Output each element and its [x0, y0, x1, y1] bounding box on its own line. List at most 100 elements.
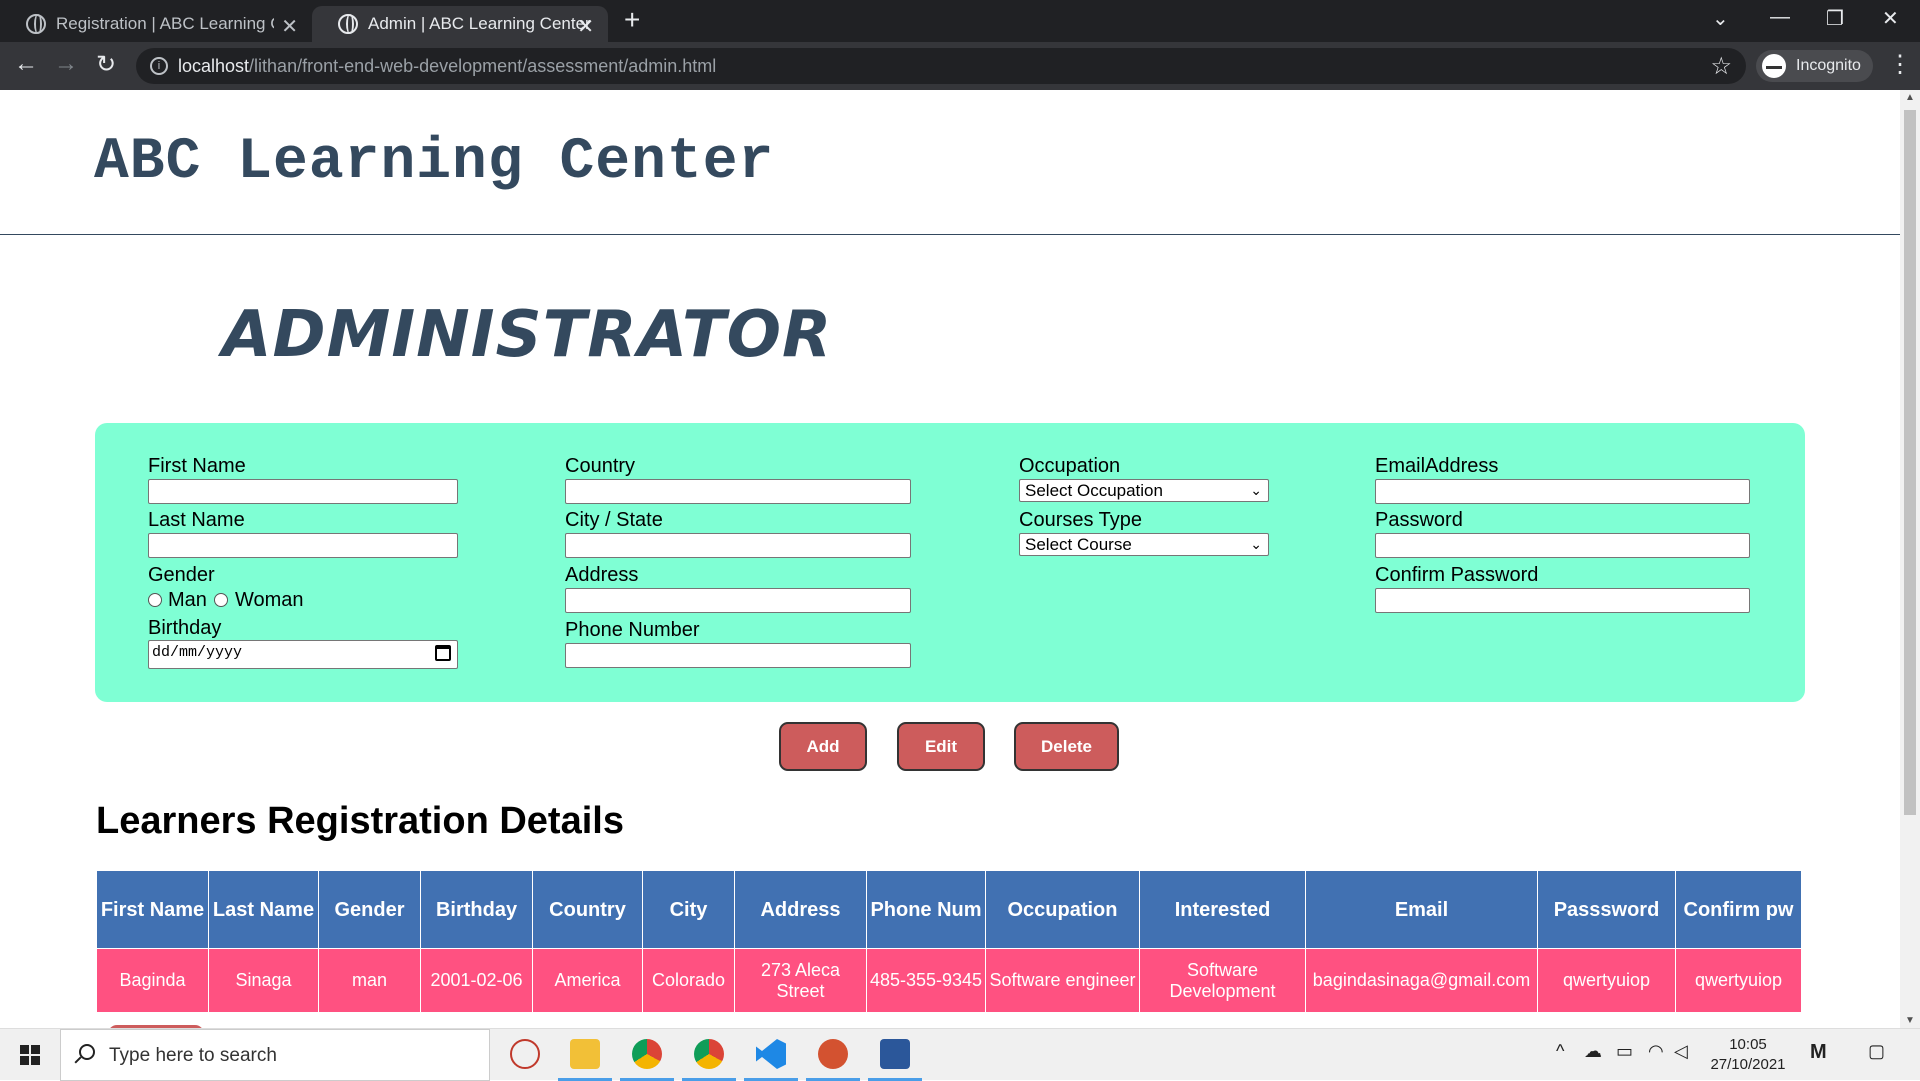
gender-man-label: Man	[168, 589, 207, 611]
taskbar-clock[interactable]: 10:05 27/10/2021	[1700, 1035, 1796, 1075]
table-cell: 2001-02-06	[420, 948, 533, 1013]
volume-icon[interactable]: ◁	[1674, 1041, 1688, 1062]
courses-select[interactable]: Select Course ⌄	[1019, 533, 1269, 556]
app-icon[interactable]: M	[1810, 1041, 1827, 1064]
globe-icon	[338, 14, 358, 34]
new-tab-icon[interactable]: +	[624, 4, 640, 36]
tab-admin[interactable]: Admin | ABC Learning Center ✕	[312, 6, 608, 42]
scroll-up-icon[interactable]: ▲	[1905, 92, 1915, 103]
first-name-input[interactable]	[148, 479, 458, 504]
gender-woman-label: Woman	[235, 589, 304, 611]
column-header: Birthday	[420, 870, 533, 949]
back-icon[interactable]: ←	[14, 50, 38, 78]
close-icon[interactable]: ✕	[281, 14, 298, 39]
gender-woman-radio[interactable]	[214, 593, 228, 607]
incognito-badge[interactable]: Incognito	[1756, 50, 1873, 82]
header-divider	[0, 234, 1900, 235]
word-icon[interactable]	[880, 1039, 910, 1069]
scroll-down-icon[interactable]: ▼	[1905, 1015, 1915, 1026]
confirm-password-label: Confirm Password	[1375, 564, 1539, 586]
windows-taskbar: Type here to search ^ ☁ ▭ ◠ ◁ 10:05 27/1…	[0, 1028, 1920, 1081]
phone-input[interactable]	[565, 643, 911, 668]
clock-time: 10:05	[1729, 1036, 1767, 1053]
column-header: Country	[532, 870, 643, 949]
close-icon[interactable]: ✕	[577, 14, 594, 39]
chrome-icon[interactable]	[632, 1039, 662, 1069]
phone-label: Phone Number	[565, 619, 700, 641]
taskbar-search[interactable]: Type here to search	[60, 1029, 490, 1081]
tab-registration[interactable]: Registration | ABC Learning Cente ✕	[0, 6, 312, 42]
gender-man-radio[interactable]	[148, 593, 162, 607]
incognito-icon	[1762, 54, 1786, 78]
search-placeholder: Type here to search	[109, 1045, 277, 1066]
close-window-icon[interactable]: ✕	[1882, 6, 1899, 31]
windows-start-icon[interactable]	[20, 1045, 40, 1065]
browser-toolbar: ← → ↻ i localhost/lithan/front-end-web-d…	[0, 42, 1920, 90]
city-label: City / State	[565, 509, 663, 531]
vscode-icon[interactable]	[756, 1039, 786, 1069]
column-header: Phone Num	[866, 870, 986, 949]
chevron-up-icon[interactable]: ^	[1556, 1041, 1564, 1062]
battery-icon[interactable]: ▭	[1616, 1041, 1633, 1062]
last-name-input[interactable]	[148, 533, 458, 558]
birthday-input[interactable]: dd/mm/yyyy	[148, 640, 458, 669]
gender-label: Gender	[148, 564, 215, 586]
confirm-password-input[interactable]	[1375, 588, 1750, 613]
column-header: Address	[734, 870, 867, 949]
file-explorer-icon[interactable]	[570, 1039, 600, 1069]
column-header: City	[642, 870, 735, 949]
delete-button[interactable]: Delete	[1014, 722, 1119, 771]
table-cell: Software Development	[1139, 948, 1306, 1013]
table-cell: 273 Aleca Street	[734, 948, 867, 1013]
page-content: ABC Learning Center ADMINISTRATOR First …	[0, 90, 1900, 1028]
add-button[interactable]: Add	[779, 722, 867, 771]
cloud-icon[interactable]: ☁	[1584, 1041, 1602, 1062]
column-header: Gender	[318, 870, 421, 949]
browser-tab-bar: Registration | ABC Learning Cente ✕ Admi…	[0, 0, 1920, 42]
calendar-icon[interactable]	[435, 645, 451, 661]
occupation-selected: Select Occupation	[1025, 481, 1163, 500]
clock-date: 27/10/2021	[1710, 1056, 1786, 1073]
restore-icon[interactable]: ❐	[1826, 6, 1844, 31]
table-header-row: First Name Last Name Gender Birthday Cou…	[96, 870, 1802, 949]
registration-form: First Name Last Name Gender Man Woman Bi…	[95, 423, 1805, 702]
table-cell: America	[532, 948, 643, 1013]
notification-icon[interactable]: ▢	[1868, 1041, 1885, 1062]
snipping-tool-icon[interactable]	[510, 1039, 540, 1069]
courses-selected: Select Course	[1025, 535, 1132, 554]
address-label: Address	[565, 564, 639, 586]
forward-icon[interactable]: →	[54, 50, 78, 78]
table-row[interactable]: Baginda Sinaga man 2001-02-06 America Co…	[96, 948, 1802, 1013]
globe-icon	[26, 14, 46, 34]
info-icon[interactable]: i	[150, 57, 168, 75]
reload-icon[interactable]: ↻	[96, 50, 116, 79]
page-title: ADMINISTRATOR	[222, 298, 833, 372]
city-input[interactable]	[565, 533, 911, 558]
tab-search-icon[interactable]: ⌄	[1712, 6, 1729, 31]
table-cell: 485-355-9345	[866, 948, 986, 1013]
chevron-down-icon: ⌄	[1250, 536, 1262, 552]
bookmark-star-icon[interactable]: ☆	[1710, 52, 1732, 81]
wifi-icon[interactable]: ◠	[1648, 1041, 1664, 1062]
minimize-icon[interactable]: —	[1770, 6, 1790, 29]
scrollbar-thumb[interactable]	[1904, 110, 1916, 815]
chrome-incognito-icon[interactable]	[694, 1039, 724, 1069]
edit-button[interactable]: Edit	[897, 722, 985, 771]
birthday-label: Birthday	[148, 617, 222, 639]
table-cell: qwertyuiop	[1537, 948, 1676, 1013]
country-input[interactable]	[565, 479, 911, 504]
password-input[interactable]	[1375, 533, 1750, 558]
address-input[interactable]	[565, 588, 911, 613]
email-input[interactable]	[1375, 479, 1750, 504]
powerpoint-icon[interactable]	[818, 1039, 848, 1069]
search-icon	[79, 1044, 95, 1060]
table-cell: qwertyuiop	[1675, 948, 1802, 1013]
column-header: Confirm pw	[1675, 870, 1802, 949]
occupation-select[interactable]: Select Occupation ⌄	[1019, 479, 1269, 502]
url-text[interactable]: localhost/lithan/front-end-web-developme…	[178, 56, 716, 77]
table-cell: Software engineer	[985, 948, 1140, 1013]
page-scrollbar[interactable]: ▲ ▼	[1900, 90, 1920, 1028]
email-label: EmailAddress	[1375, 455, 1499, 477]
address-bar[interactable]: i localhost/lithan/front-end-web-develop…	[136, 48, 1746, 84]
menu-icon[interactable]: ⋮	[1888, 50, 1912, 79]
